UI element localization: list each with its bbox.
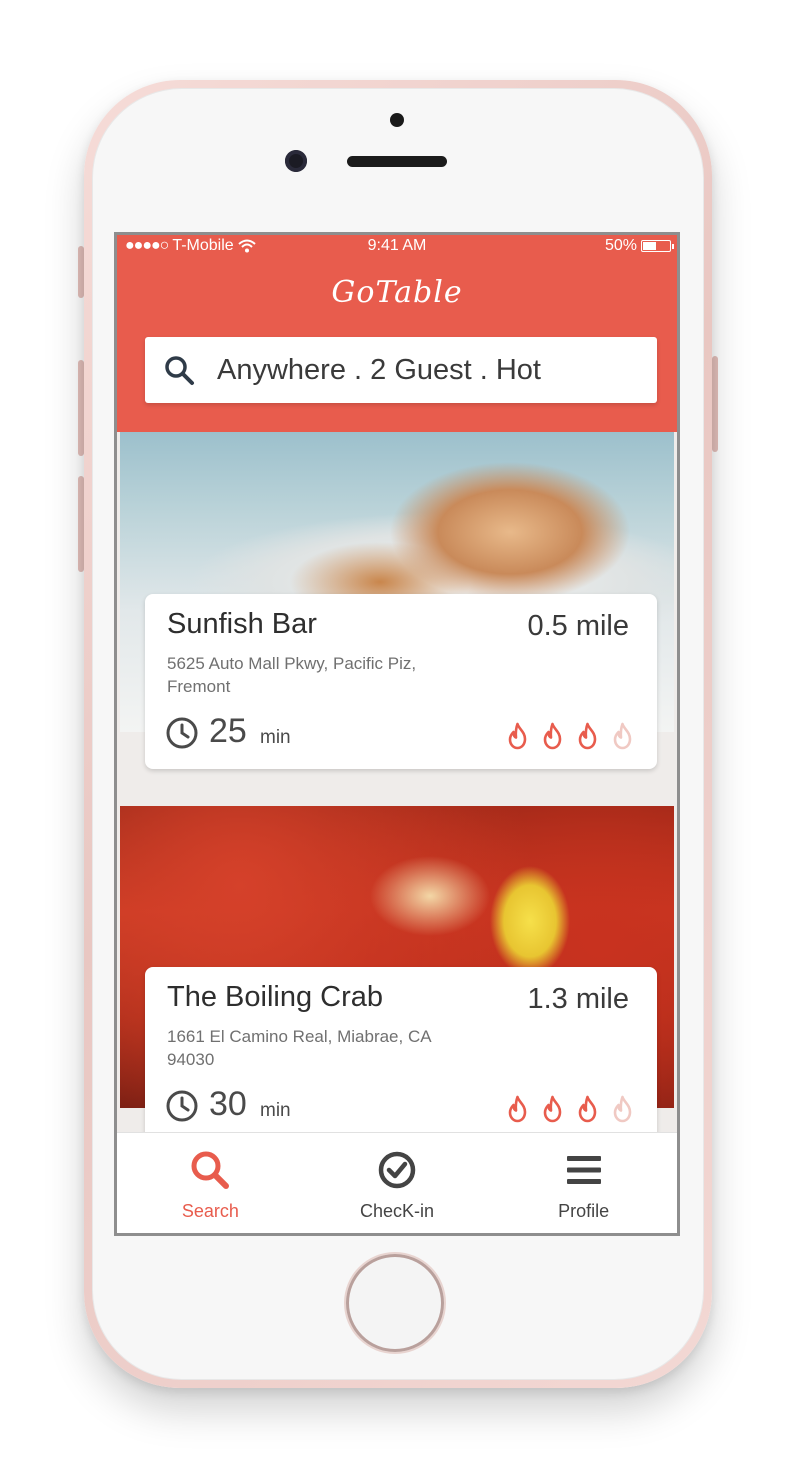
tab-label: Profile <box>558 1201 610 1221</box>
flame-icon <box>508 722 527 750</box>
app-header: ●●●●○ T-Mobile 9:41 AM 50% GoTable <box>117 235 677 432</box>
battery-status: 50% <box>604 237 674 255</box>
restaurant-distance: 0.5 mile <box>527 610 629 642</box>
wait-unit: min <box>260 727 291 748</box>
flame-icon <box>578 722 597 750</box>
tab-label: Search <box>181 1201 239 1221</box>
tab-profile[interactable]: Profile <box>490 1133 677 1233</box>
menu-icon <box>566 1156 601 1184</box>
restaurant-card[interactable]: The Boiling Crab 1.3 mile 1661 El Camino… <box>145 967 657 1142</box>
restaurant-name: The Boiling Crab <box>167 981 383 1013</box>
restaurant-address: 5625 Auto Mall Pkwy, Pacific Piz, Fremon… <box>167 654 417 696</box>
wait-time: 30 <box>209 1085 247 1123</box>
check-circle-icon <box>378 1151 416 1189</box>
restaurant-distance: 1.3 mile <box>527 983 629 1015</box>
wait-unit: min <box>260 1100 291 1121</box>
tab-search[interactable]: Search <box>117 1133 304 1233</box>
tab-check-in[interactable]: ChecK-in <box>304 1133 491 1233</box>
tab-bar: Search ChecK-in Profile <box>117 1132 677 1233</box>
home-button[interactable] <box>346 1254 444 1352</box>
search-icon <box>191 1151 230 1189</box>
flame-icon-empty <box>613 1095 632 1123</box>
flame-icon <box>543 1095 562 1123</box>
battery-percent: 50% <box>604 237 637 254</box>
app-screen: ●●●●○ T-Mobile 9:41 AM 50% GoTable Anywh… <box>117 235 677 1233</box>
restaurant-card[interactable]: Sunfish Bar 0.5 mile 5625 Auto Mall Pkwy… <box>145 594 657 769</box>
battery-icon <box>641 240 674 252</box>
heat-rating <box>505 1095 635 1123</box>
clock-icon <box>166 1090 198 1122</box>
search-icon <box>165 356 194 385</box>
restaurant-address: 1661 El Camino Real, Miabrae, CA 94030 <box>167 1027 431 1069</box>
status-time: 9:41 AM <box>367 237 427 254</box>
earpiece-speaker <box>347 156 447 167</box>
front-camera <box>285 150 307 172</box>
restaurant-name: Sunfish Bar <box>167 608 317 640</box>
flame-icon-empty <box>613 722 632 750</box>
status-bar: ●●●●○ T-Mobile 9:41 AM 50% <box>117 235 677 257</box>
power-button <box>712 356 718 452</box>
clock-icon <box>166 717 198 749</box>
flame-icon <box>508 1095 527 1123</box>
wait-time: 25 <box>209 712 247 750</box>
flame-icon <box>578 1095 597 1123</box>
search-bar[interactable] <box>145 337 657 403</box>
proximity-sensor <box>390 113 404 127</box>
search-input[interactable] <box>215 352 639 388</box>
battery-fill <box>643 242 656 250</box>
flame-icon <box>543 722 562 750</box>
tab-label: ChecK-in <box>359 1201 435 1221</box>
app-logo: GoTable <box>331 275 463 310</box>
heat-rating <box>505 722 635 750</box>
